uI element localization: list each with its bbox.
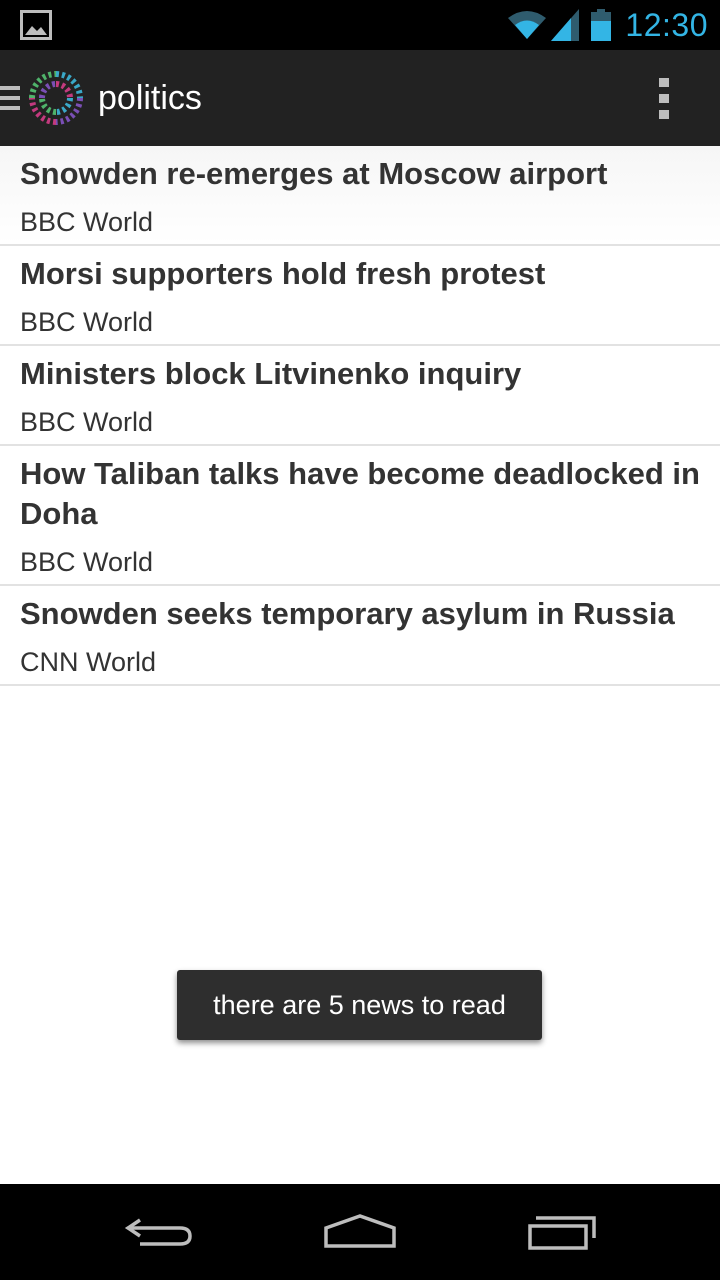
gallery-notification-icon [20,10,52,40]
drawer-indicator-icon[interactable] [0,84,20,112]
news-title: Snowden seeks temporary asylum in Russia [20,596,675,631]
news-source: BBC World [20,307,154,337]
news-source: BBC World [20,547,154,577]
recent-apps-icon[interactable] [520,1208,600,1256]
news-title: Ministers block Litvinenko inquiry [20,356,522,391]
news-title: Morsi supporters hold fresh protest [20,256,546,291]
news-item[interactable]: Snowden seeks temporary asylum in Russia… [0,586,720,686]
overflow-menu-icon[interactable] [650,76,678,120]
news-title: How Taliban talks have become deadlocked… [20,456,700,531]
news-source: BBC World [20,207,154,237]
news-source: CNN World [20,647,157,677]
page-title: politics [98,79,202,117]
app-logo-icon[interactable] [26,68,86,128]
wifi-icon [508,11,547,39]
news-item[interactable]: Morsi supporters hold fresh protest BBC … [0,246,720,346]
news-source: BBC World [20,407,154,437]
toast-message: there are 5 news to read [177,970,542,1040]
news-title: Snowden re-emerges at Moscow airport [20,156,608,191]
news-item[interactable]: Snowden re-emerges at Moscow airport BBC… [0,146,720,246]
back-icon[interactable] [120,1208,200,1256]
home-icon[interactable] [320,1208,400,1256]
news-item[interactable]: Ministers block Litvinenko inquiry BBC W… [0,346,720,446]
status-bar: 12:30 [0,0,720,50]
cell-signal-icon [551,9,580,41]
news-item[interactable]: How Taliban talks have become deadlocked… [0,446,720,586]
battery-icon [591,9,612,41]
status-icons: 12:30 [507,0,708,50]
navigation-bar [0,1184,720,1280]
news-list: Snowden re-emerges at Moscow airport BBC… [0,146,720,686]
status-clock: 12:30 [625,6,708,43]
action-bar: politics [0,50,720,146]
